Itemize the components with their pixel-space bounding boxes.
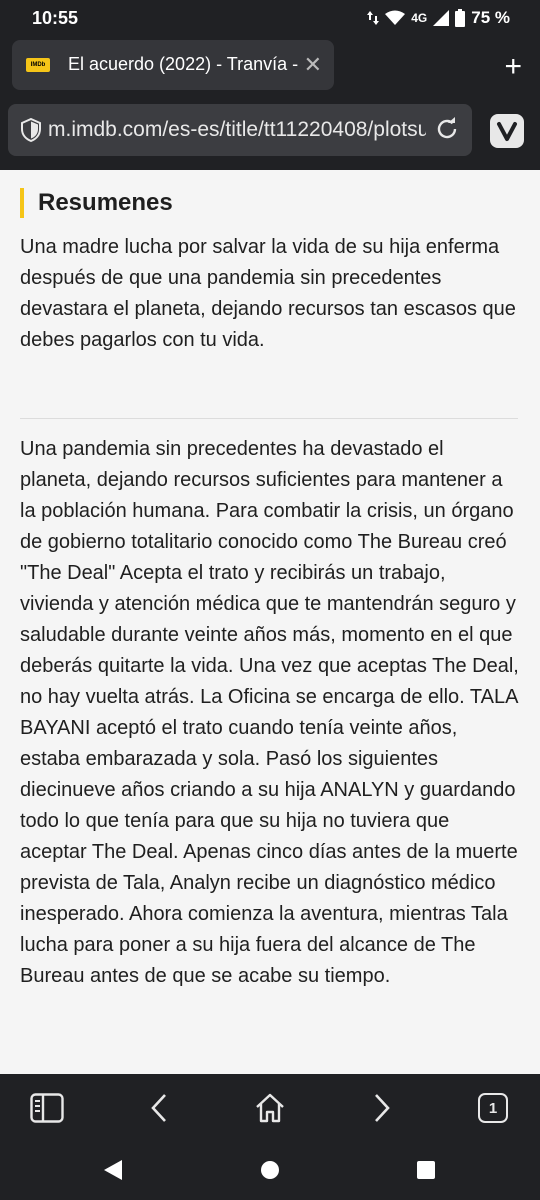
summary-short: Una madre lucha por salvar la vida de su… — [20, 236, 516, 351]
panel-button[interactable] — [27, 1088, 67, 1128]
reload-icon[interactable] — [434, 116, 460, 142]
status-icons: 4G 75 % — [367, 8, 510, 28]
signal-icon — [433, 10, 450, 26]
browser-toolbar: 1 — [0, 1074, 540, 1140]
data-transfer-icon — [367, 11, 380, 25]
network-type: 4G — [411, 11, 428, 25]
url-text[interactable]: m.imdb.com/es-es/title/tt11220408/plotsu… — [48, 118, 426, 142]
forward-button[interactable] — [362, 1088, 402, 1128]
address-bar-area: m.imdb.com/es-es/title/tt11220408/plotsu… — [0, 96, 540, 170]
divider — [20, 418, 518, 419]
browser-tab[interactable]: IMDb El acuerdo (2022) - Tranvía - IMDb … — [12, 40, 334, 90]
back-button[interactable] — [139, 1088, 179, 1128]
system-navigation-bar — [0, 1140, 540, 1200]
close-tab-icon[interactable]: ✕ — [304, 52, 322, 78]
tab-switcher-button[interactable]: 1 — [473, 1088, 513, 1128]
battery-icon — [455, 9, 466, 27]
summary-long: Una pandemia sin precedentes ha devastad… — [20, 438, 519, 987]
imdb-favicon-icon: IMDb — [26, 58, 50, 72]
system-home-icon[interactable] — [260, 1160, 280, 1180]
battery-percentage: 75 % — [471, 8, 510, 27]
section-title: Resumenes — [20, 188, 173, 218]
shield-icon[interactable] — [20, 118, 42, 142]
forward-arrow-icon — [375, 1094, 390, 1122]
page-content: Resumenes Una madre lucha por salvar la … — [0, 170, 540, 1074]
tab-count-icon: 1 — [478, 1093, 508, 1123]
system-recents-icon[interactable] — [416, 1160, 436, 1180]
status-bar: 10:55 4G 75 % — [0, 0, 540, 36]
home-icon — [256, 1093, 284, 1123]
home-button[interactable] — [250, 1088, 290, 1128]
new-tab-button[interactable]: + — [504, 50, 522, 84]
tab-title: El acuerdo (2022) - Tranvía - IMDb — [68, 54, 304, 74]
tab-count: 1 — [488, 1099, 498, 1117]
tab-bar: IMDb El acuerdo (2022) - Tranvía - IMDb … — [0, 36, 540, 96]
favicon-text: IMDb — [30, 62, 46, 68]
status-time: 10:55 — [32, 8, 79, 28]
panel-icon — [30, 1093, 64, 1123]
wifi-icon — [385, 10, 406, 25]
system-back-icon[interactable] — [103, 1159, 123, 1181]
address-bar[interactable]: m.imdb.com/es-es/title/tt11220408/plotsu… — [8, 104, 472, 156]
back-arrow-icon — [151, 1094, 166, 1122]
vivaldi-logo-icon — [497, 122, 517, 141]
vivaldi-menu-icon[interactable] — [490, 114, 524, 148]
